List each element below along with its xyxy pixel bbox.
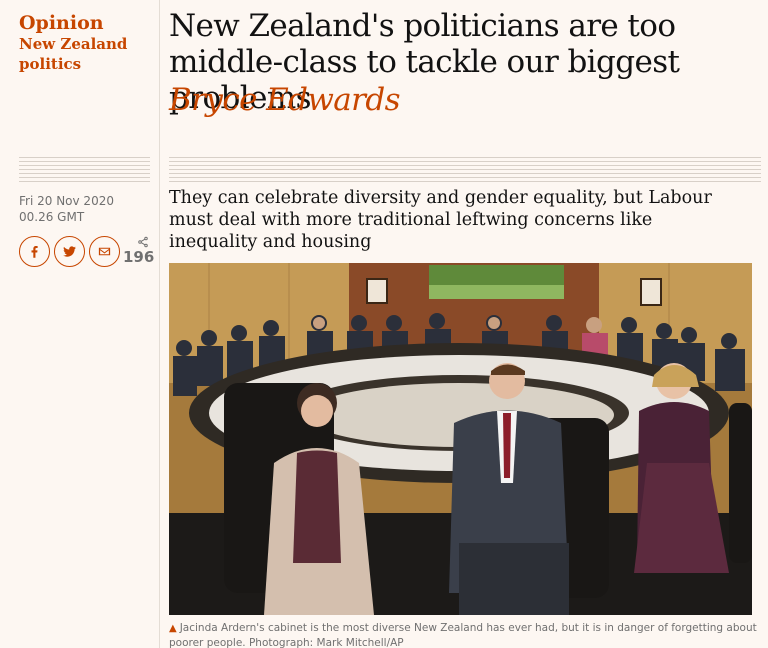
share-icon	[138, 236, 148, 248]
cabinet-meeting-photo	[169, 263, 752, 615]
share-email-button[interactable]	[89, 236, 120, 267]
section-link[interactable]: Opinion	[19, 12, 154, 34]
twitter-icon	[63, 246, 76, 257]
main-photo[interactable]	[169, 263, 752, 615]
share-twitter-button[interactable]	[54, 236, 85, 267]
share-facebook-button[interactable]	[19, 236, 50, 267]
divider-lines	[19, 157, 150, 185]
divider-lines	[169, 157, 761, 185]
share-bar: 196	[19, 236, 154, 272]
kicker: Opinion New Zealand politics	[19, 12, 154, 74]
publish-time: 00.26 GMT	[19, 210, 85, 224]
standfirst: They can celebrate diversity and gender …	[169, 188, 712, 252]
email-icon	[98, 247, 111, 256]
facebook-icon	[31, 246, 38, 258]
share-count: 196	[123, 236, 155, 266]
article-meta-column: Opinion New Zealand politics Fri 20 Nov …	[0, 0, 160, 648]
triangle-icon: ▲	[169, 623, 177, 634]
photo-caption: ▲ Jacinda Ardern's cabinet is the most di…	[169, 621, 759, 648]
dateline: Fri 20 Nov 2020 00.26 GMT	[19, 193, 149, 225]
share-count-number: 196	[123, 248, 155, 266]
caption-text: Jacinda Ardern's cabinet is the most div…	[169, 622, 757, 648]
series-link[interactable]: New Zealand politics	[19, 34, 154, 74]
article-main-column: New Zealand's politicians are too middle…	[160, 0, 768, 648]
publish-date: Fri 20 Nov 2020	[19, 194, 114, 208]
byline-author-link[interactable]: Bryce Edwards	[169, 81, 759, 119]
